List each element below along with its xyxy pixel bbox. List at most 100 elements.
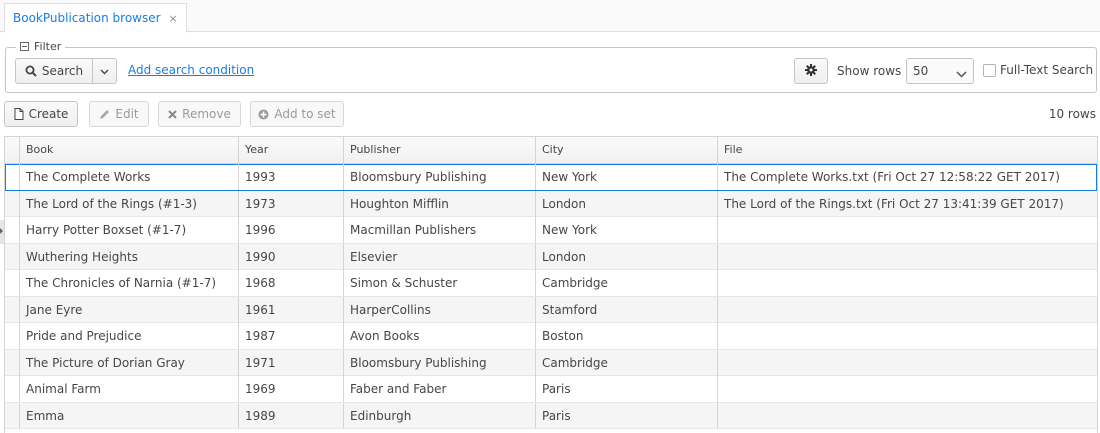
cell-book: The Complete Works [19,164,238,190]
table-row[interactable]: Wuthering Heights 1990 Elsevier London [5,243,1097,270]
row-selector[interactable] [5,350,19,376]
cell-city: London [535,190,717,217]
filter-legend-label: Filter [34,40,62,53]
add-to-set-button-label: Add to set [274,107,336,121]
cell-file [717,402,1097,429]
cell-city: Cambridge [535,349,717,376]
add-to-set-button[interactable]: Add to set [250,101,344,127]
row-selector[interactable] [5,376,19,402]
edit-button[interactable]: Edit [89,101,149,127]
full-text-search-label[interactable]: Full-Text Search [1000,63,1093,77]
column-header-city[interactable]: City [535,137,717,163]
table-row[interactable]: Emma 1989 Edinburgh Paris [5,402,1097,429]
tab-bar: BookPublication browser × [0,0,1100,33]
show-rows-label: Show rows [837,64,902,78]
column-header-publisher[interactable]: Publisher [343,137,535,163]
plus-circle-icon [258,109,269,120]
cell-publisher: Bloomsbury Publishing [343,349,535,376]
cell-year: 1969 [238,376,343,402]
pencil-icon [99,109,110,120]
cell-file [717,376,1097,402]
cell-city: Paris [535,376,717,402]
cell-file [717,217,1097,243]
cell-year: 1989 [238,402,343,429]
cell-city: Stamford [535,296,717,323]
cell-year: 1968 [238,270,343,296]
cell-publisher: Bloomsbury Publishing [343,164,535,190]
row-selector-header[interactable] [5,137,19,163]
table-row[interactable]: The Lord of the Rings (#1-3) 1973 Houghton… [5,190,1097,217]
cell-book: Jane Eyre [19,296,238,323]
cell-file [717,243,1097,270]
collapse-icon[interactable] [20,42,29,51]
settings-button[interactable] [794,58,828,84]
cell-year: 1987 [238,323,343,349]
cell-book: Harry Potter Boxset (#1-7) [19,217,238,243]
cell-file: The Lord of the Rings.txt (Fri Oct 27 13… [717,190,1097,217]
row-selector[interactable] [5,270,19,296]
cell-year: 1993 [238,164,343,190]
cell-book: The Picture of Dorian Gray [19,349,238,376]
create-button-label: Create [28,107,69,121]
tab-label: BookPublication browser [13,11,161,25]
tab-bookpublication-browser[interactable]: BookPublication browser × [4,3,187,33]
edit-button-label: Edit [115,107,139,121]
show-rows-value: 50 [913,64,929,78]
table-row[interactable]: Harry Potter Boxset (#1-7) 1996 Macmillan … [5,217,1097,244]
cell-city: Cambridge [535,270,717,296]
tab-close-icon[interactable]: × [169,12,178,25]
table-row[interactable]: Jane Eyre 1961 HarperCollins Stamford [5,296,1097,323]
cell-publisher: Faber and Faber [343,376,535,402]
row-selector[interactable] [5,191,19,217]
row-selector[interactable] [5,403,19,429]
row-selector[interactable] [5,217,19,243]
column-header-year[interactable]: Year [238,137,343,163]
row-selector[interactable] [5,297,19,323]
cell-file [717,349,1097,376]
table-row[interactable]: The Complete Works 1993 Bloomsbury Publish… [5,164,1097,191]
cell-file [717,323,1097,349]
cell-publisher: Avon Books [343,323,535,349]
gear-icon [805,63,817,79]
table-row[interactable]: The Chronicles of Narnia (#1-7) 1968 Simon… [5,270,1097,297]
cell-city: New York [535,164,717,190]
table-row[interactable]: Animal Farm 1969 Faber and Faber Paris [5,376,1097,403]
table-row[interactable]: The Picture of Dorian Gray 1971 Bloomsbury… [5,349,1097,376]
cell-year: 1961 [238,296,343,323]
cell-year: 1990 [238,243,343,270]
filter-legend[interactable]: Filter [16,40,66,53]
cell-year: 1971 [238,349,343,376]
cell-file [717,270,1097,296]
full-text-search-checkbox[interactable] [983,64,996,77]
cell-city: London [535,243,717,270]
cell-book: Pride and Prejudice [19,323,238,349]
x-icon [168,109,177,119]
create-button[interactable]: Create [4,101,78,127]
row-selector[interactable] [5,323,19,349]
cell-file [717,296,1097,323]
table-row[interactable]: Pride and Prejudice 1987 Avon Books Boston [5,323,1097,350]
show-rows-select[interactable]: 50 [906,58,974,84]
row-selector[interactable] [5,244,19,270]
cell-year: 1996 [238,217,343,243]
search-options-button[interactable] [92,58,117,84]
filter-panel: Filter Search Add search condition Show … [5,40,1097,93]
remove-button[interactable]: Remove [158,101,241,127]
cell-book: Animal Farm [19,376,238,402]
cell-publisher: Macmillan Publishers [343,217,535,243]
table-header: Book Year Publisher City File [5,137,1097,164]
cell-year: 1973 [238,190,343,217]
chevron-down-icon [100,64,109,78]
cell-book: Wuthering Heights [19,243,238,270]
column-header-file[interactable]: File [717,137,1097,163]
row-selector[interactable] [5,164,19,190]
search-button[interactable]: Search [15,58,93,84]
cell-book: The Lord of the Rings (#1-3) [19,190,238,217]
books-table: Book Year Publisher City File The Comple… [4,136,1098,433]
cell-city: New York [535,217,717,243]
add-search-condition-link[interactable]: Add search condition [128,63,254,77]
column-header-book[interactable]: Book [19,137,238,163]
chevron-down-icon [956,67,967,81]
document-icon [14,108,24,120]
cell-publisher: Houghton Mifflin [343,190,535,217]
